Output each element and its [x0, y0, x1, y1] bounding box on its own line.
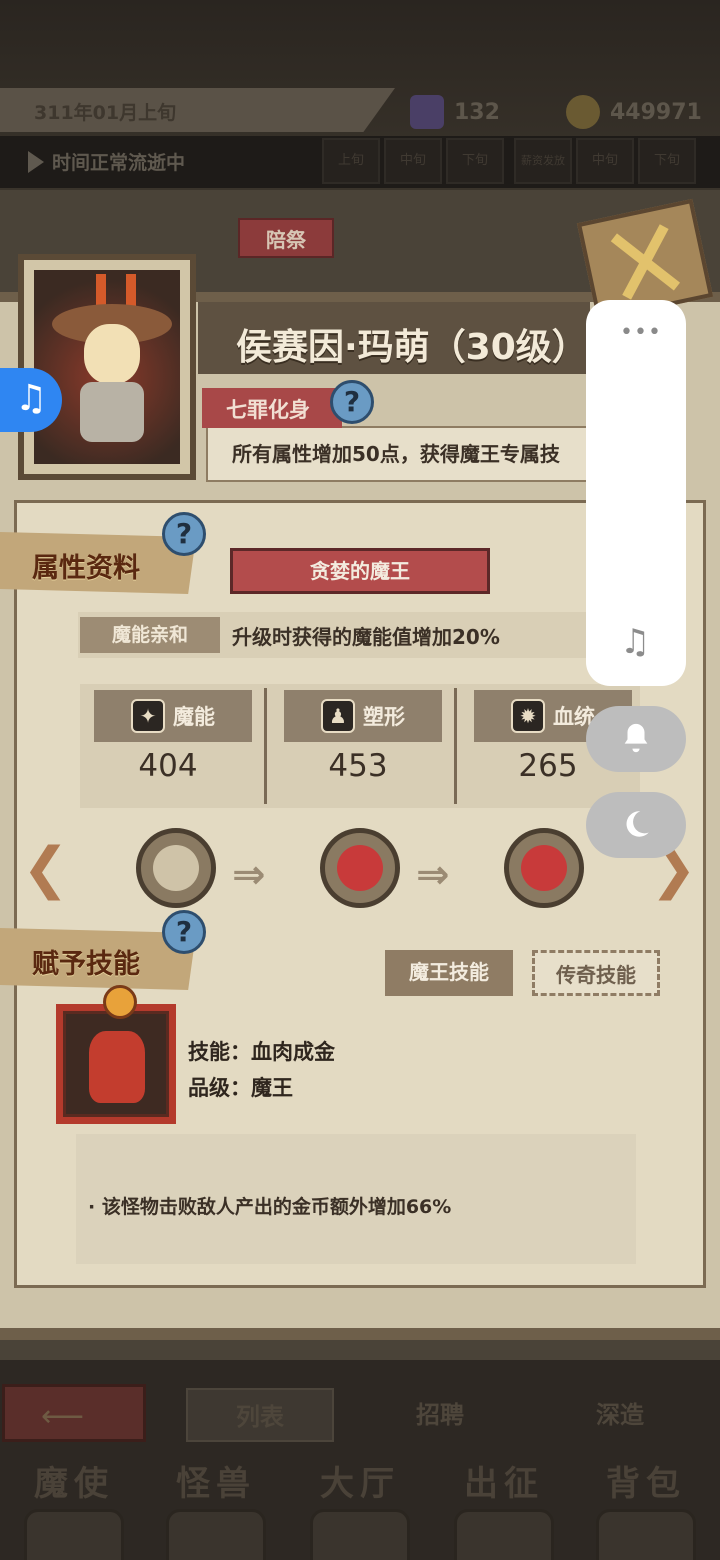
moon-icon[interactable]: [586, 792, 686, 858]
previous-arrow-icon[interactable]: ❮: [22, 836, 69, 901]
evolution-stage-hooded[interactable]: [136, 828, 216, 908]
character-body: [80, 382, 144, 442]
monster-icon: [166, 1509, 266, 1560]
skill-info: 技能：血肉成金 品级：魔王: [188, 1034, 335, 1106]
shaping-icon: ♟: [321, 699, 355, 733]
slot-3[interactable]: 下旬: [446, 138, 504, 184]
stat-header: ♟ 塑形: [284, 690, 442, 742]
stats-box: ✦ 魔能 404 ♟ 塑形 453 ✹ 血统 265: [80, 684, 640, 808]
subtab-list[interactable]: 列表: [186, 1388, 334, 1442]
bell-glyph: [624, 723, 648, 753]
nav-hall[interactable]: 大厅: [296, 1456, 424, 1560]
side-control-panel: ••• ♫: [586, 300, 686, 686]
expedition-icon: [454, 1509, 554, 1560]
hero-title-ribbon: 贪婪的魔王: [230, 548, 490, 594]
date-banner: 311年01月上旬: [0, 88, 395, 132]
stat-demon-energy: ✦ 魔能 404: [80, 684, 256, 808]
nav-backpack[interactable]: 背包: [582, 1456, 710, 1560]
slot-5[interactable]: 中旬: [576, 138, 634, 184]
time-status[interactable]: 时间正常流逝中: [28, 148, 185, 175]
affinity-row: 魔能亲和 升级时获得的魔能值增加20%: [78, 612, 608, 658]
floating-music-icon[interactable]: ♫: [0, 368, 62, 432]
back-button[interactable]: ⟵: [2, 1384, 146, 1442]
trait-help-icon[interactable]: ?: [330, 380, 374, 424]
skills-help-icon[interactable]: ?: [162, 910, 206, 954]
back-arrow-icon: ⟵: [41, 1399, 85, 1434]
portrait-art: [34, 270, 180, 464]
tab-demon-skill[interactable]: 魔王技能: [385, 950, 513, 996]
nav-monster[interactable]: 怪兽: [152, 1456, 280, 1560]
stat-value: 404: [138, 748, 198, 784]
more-dots-icon[interactable]: •••: [620, 320, 662, 345]
stat-header: ✦ 魔能: [94, 690, 252, 742]
slot-4[interactable]: 薪资发放: [514, 138, 572, 184]
skill-description: · 该怪物击败敌人产出的金币额外增加66%: [88, 1196, 452, 1218]
slot-1[interactable]: 上旬: [322, 138, 380, 184]
bloodline-icon: ✹: [511, 699, 545, 733]
hero-portrait: [18, 254, 196, 480]
skill-name: 技能：血肉成金: [188, 1040, 335, 1064]
claw-hand-icon: [89, 1031, 145, 1103]
bell-icon[interactable]: [586, 706, 686, 772]
play-icon[interactable]: [28, 150, 44, 173]
hero-tag: 陪祭: [238, 218, 334, 258]
slot-2[interactable]: 中旬: [384, 138, 442, 184]
slot-6[interactable]: 下旬: [638, 138, 696, 184]
evolution-stage-demon[interactable]: [320, 828, 400, 908]
skill-gem-icon: [103, 985, 137, 1019]
demon-face-icon: [337, 845, 383, 891]
crystal-counter: 132: [410, 92, 500, 132]
stat-value: 453: [328, 748, 388, 784]
nav-messenger[interactable]: 魔使: [10, 1456, 138, 1560]
affinity-label: 魔能亲和: [80, 617, 220, 653]
gold-coin-icon: [566, 95, 600, 129]
crystal-icon: [410, 95, 444, 129]
attributes-help-icon[interactable]: ?: [162, 512, 206, 556]
character-face: [84, 324, 140, 384]
hero-name: 侯赛因·玛萌（30级）: [236, 327, 588, 368]
trait-description: 所有属性增加50点，获得魔王专属技: [206, 426, 590, 482]
skull-icon: [24, 1509, 124, 1560]
subtab-advance[interactable]: 深造: [546, 1388, 694, 1442]
skill-icon[interactable]: [56, 985, 176, 1124]
stat-divider: [264, 688, 267, 804]
hooded-figure-icon: [153, 845, 199, 891]
double-arrow-icon: ⇒: [416, 852, 450, 898]
stat-shaping: ♟ 塑形 453: [270, 684, 446, 808]
top-bar: 311年01月上旬 132 449971 时间正常流逝中 上旬 中旬 下旬 薪资…: [0, 0, 720, 190]
evolution-stage-demon-king[interactable]: [504, 828, 584, 908]
subtab-recruit[interactable]: 招聘: [366, 1388, 514, 1442]
demon-energy-icon: ✦: [131, 699, 165, 733]
tab-legend-skill[interactable]: 传奇技能: [532, 950, 660, 996]
trait-title: 七罪化身: [202, 388, 342, 428]
bottom-navigation: ⟵ 列表 招聘 深造 魔使 怪兽 大厅 出征 背包: [0, 1360, 720, 1560]
backpack-icon: [596, 1509, 696, 1560]
affinity-text: 升级时获得的魔能值增加20%: [232, 624, 500, 649]
stat-divider: [454, 688, 457, 804]
demon-face-icon: [521, 845, 567, 891]
gold-counter: 449971: [566, 92, 702, 132]
nav-expedition[interactable]: 出征: [440, 1456, 568, 1560]
skill-grade: 品级：魔王: [188, 1076, 293, 1100]
hall-icon: [310, 1509, 410, 1560]
moon-glyph: [626, 811, 649, 837]
double-arrow-icon: ⇒: [232, 852, 266, 898]
music-note-icon[interactable]: ♫: [620, 622, 650, 662]
